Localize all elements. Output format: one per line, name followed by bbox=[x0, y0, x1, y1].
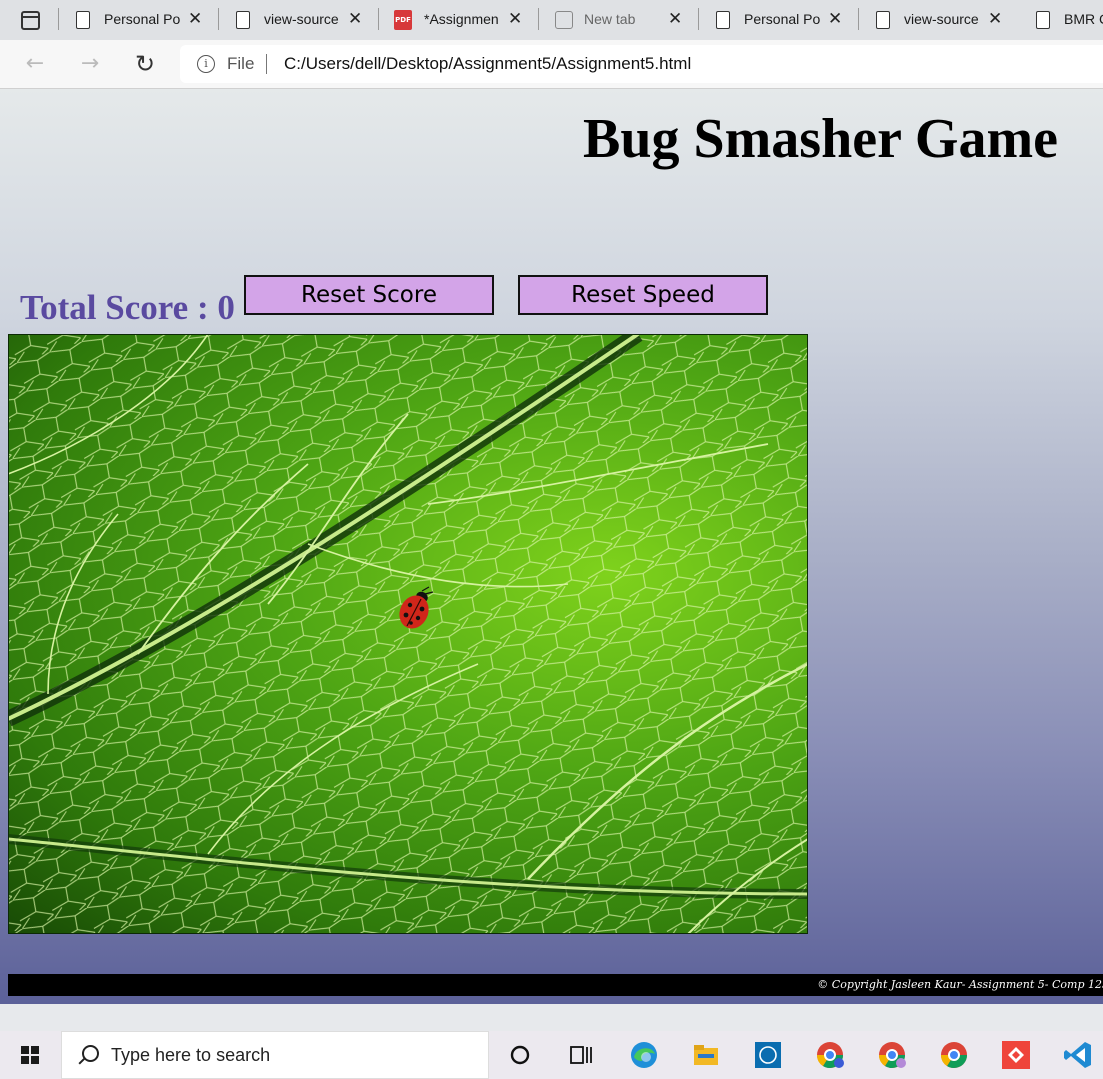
url-divider bbox=[266, 54, 267, 74]
url-text[interactable]: C:/Users/dell/Desktop/Assignment5/Assign… bbox=[284, 54, 691, 74]
browser-tab[interactable]: view-source ✕ bbox=[218, 6, 380, 34]
close-icon[interactable]: ✕ bbox=[348, 9, 362, 29]
browser-toolbar: ← → ↻ i File C:/Users/dell/Desktop/Assig… bbox=[0, 40, 1103, 89]
tab-separator bbox=[538, 8, 539, 30]
close-icon[interactable]: ✕ bbox=[668, 9, 682, 29]
taskbar-search-box[interactable]: Type here to search bbox=[61, 1031, 489, 1079]
tab-title: view-source bbox=[904, 11, 979, 27]
page-icon bbox=[236, 11, 250, 29]
browser-tab[interactable]: Personal Po ✕ bbox=[58, 6, 220, 34]
dell-icon[interactable] bbox=[752, 1039, 784, 1071]
footer-bar: © Copyright Jasleen Kaur- Assignment 5- … bbox=[8, 974, 1103, 996]
page-icon bbox=[876, 11, 890, 29]
task-view-icon[interactable] bbox=[565, 1039, 597, 1071]
score-label: Total Score : bbox=[20, 288, 218, 327]
leaf-background bbox=[8, 334, 808, 934]
anydesk-icon[interactable] bbox=[1000, 1039, 1032, 1071]
newtab-icon bbox=[555, 11, 573, 29]
reload-icon[interactable]: ↻ bbox=[130, 50, 160, 78]
file-explorer-icon[interactable] bbox=[690, 1039, 722, 1071]
browser-tab[interactable]: BMR C bbox=[1020, 6, 1103, 34]
windows-start-icon[interactable] bbox=[0, 1031, 60, 1079]
tab-title: *Assignmen bbox=[424, 11, 499, 27]
tab-title: Personal Po bbox=[744, 11, 820, 27]
tab-title: New tab bbox=[584, 11, 636, 27]
chrome-profile-icon[interactable] bbox=[876, 1039, 908, 1071]
forward-arrow-icon[interactable]: → bbox=[75, 50, 105, 78]
browser-tab[interactable]: PDF *Assignmen ✕ bbox=[378, 6, 540, 34]
page-viewport: Bug Smasher Game Total Score : 0 Reset S… bbox=[0, 89, 1103, 1004]
game-board[interactable] bbox=[8, 334, 808, 934]
tab-separator bbox=[58, 8, 59, 30]
vscode-icon[interactable] bbox=[1062, 1039, 1094, 1071]
score-display: Total Score : 0 bbox=[20, 288, 235, 328]
browser-tab[interactable]: Personal Po ✕ bbox=[698, 6, 860, 34]
url-scheme-label: File bbox=[227, 54, 255, 73]
tab-title: view-source bbox=[264, 11, 339, 27]
ladybug-icon[interactable] bbox=[396, 585, 436, 633]
pdf-icon: PDF bbox=[394, 10, 412, 30]
page-icon bbox=[1036, 11, 1050, 29]
reset-score-button[interactable]: Reset Score bbox=[244, 275, 494, 315]
search-icon bbox=[82, 1045, 99, 1062]
back-arrow-icon[interactable]: ← bbox=[20, 50, 50, 78]
reset-speed-button[interactable]: Reset Speed bbox=[518, 275, 768, 315]
tab-separator bbox=[218, 8, 219, 30]
close-icon[interactable]: ✕ bbox=[988, 9, 1002, 29]
tab-title: Personal Po bbox=[104, 11, 180, 27]
tab-separator bbox=[858, 8, 859, 30]
close-icon[interactable]: ✕ bbox=[508, 9, 522, 29]
chrome-profile-icon[interactable] bbox=[814, 1039, 846, 1071]
browser-tab-strip: Personal Po ✕ view-source ✕ PDF *Assignm… bbox=[0, 0, 1103, 40]
edge-icon[interactable] bbox=[628, 1039, 660, 1071]
page-title: Bug Smasher Game bbox=[583, 108, 1058, 170]
tab-separator bbox=[698, 8, 699, 30]
address-bar[interactable]: i File C:/Users/dell/Desktop/Assignment5… bbox=[180, 45, 1103, 83]
browser-tab[interactable]: view-source ✕ bbox=[858, 6, 1020, 34]
page-icon bbox=[76, 11, 90, 29]
copyright-text: © Copyright Jasleen Kaur- Assignment 5- … bbox=[817, 978, 1103, 991]
cortana-icon[interactable] bbox=[504, 1039, 536, 1071]
chrome-icon[interactable] bbox=[938, 1039, 970, 1071]
score-value: 0 bbox=[217, 288, 235, 327]
close-icon[interactable]: ✕ bbox=[828, 9, 842, 29]
browser-tab[interactable]: New tab ✕ bbox=[538, 6, 700, 34]
tab-title: BMR C bbox=[1064, 11, 1103, 27]
tab-separator bbox=[378, 8, 379, 30]
windows-taskbar: Type here to search bbox=[0, 1031, 1103, 1079]
info-icon[interactable]: i bbox=[197, 55, 215, 73]
page-icon bbox=[716, 11, 730, 29]
close-icon[interactable]: ✕ bbox=[188, 9, 202, 29]
search-placeholder: Type here to search bbox=[111, 1045, 271, 1065]
tab-actions-button[interactable] bbox=[12, 8, 46, 32]
